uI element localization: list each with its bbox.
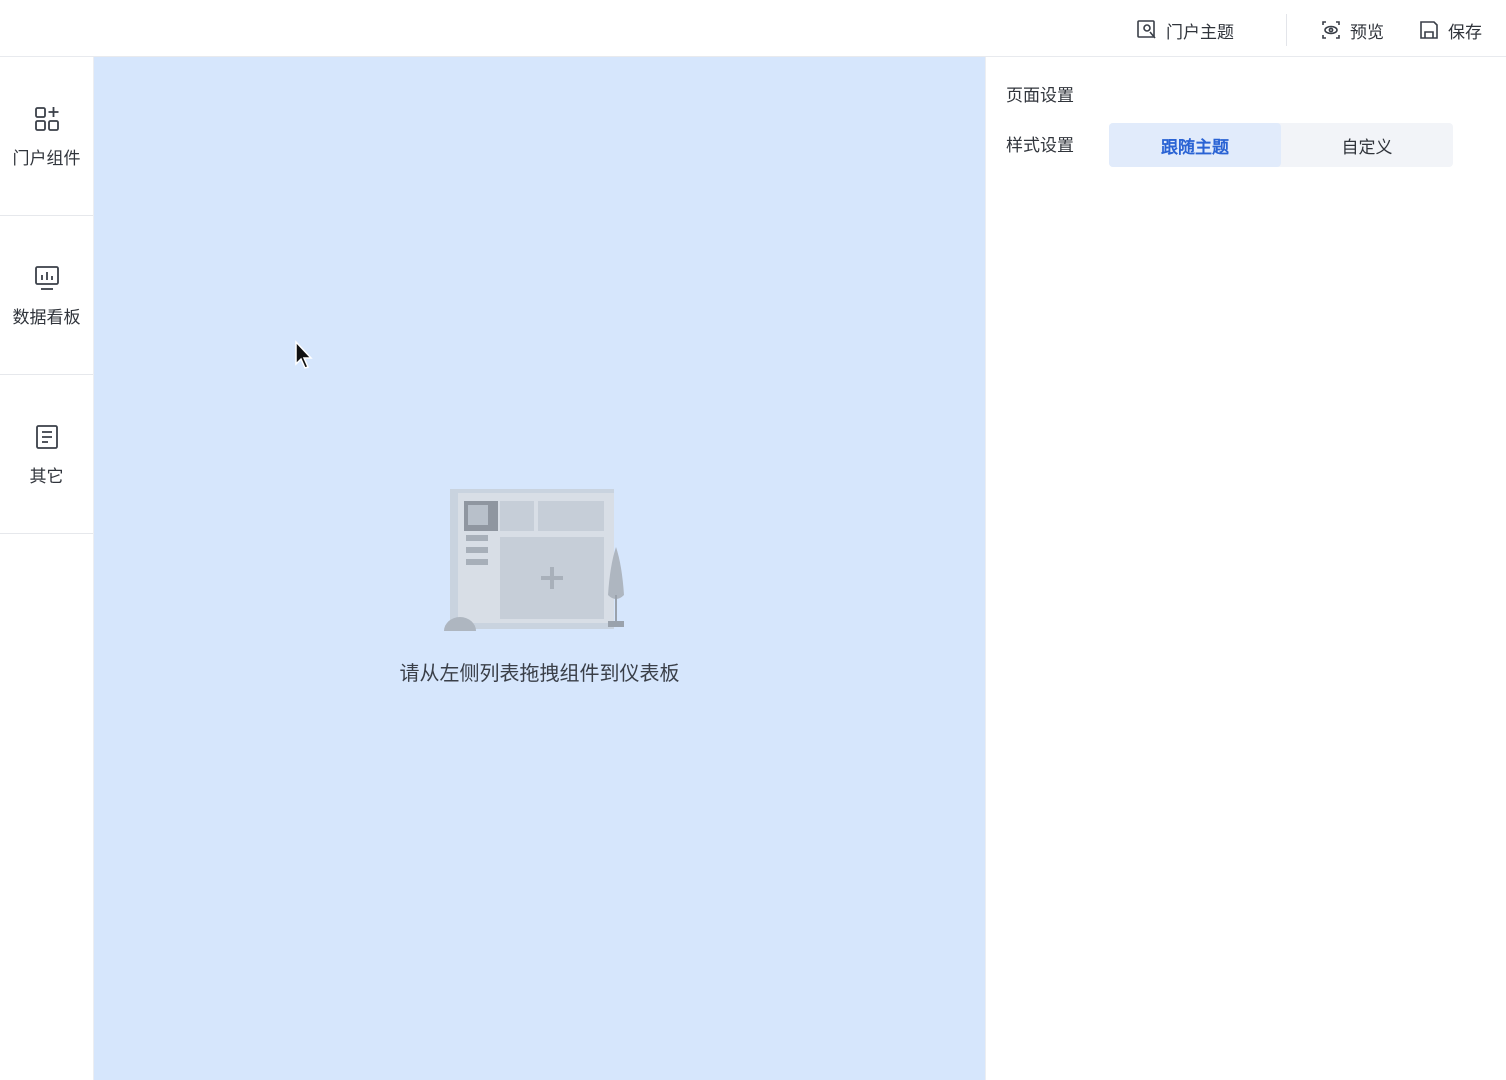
portal-theme-button[interactable]: 门户主题 — [1136, 14, 1234, 46]
document-icon — [35, 424, 58, 449]
empty-state-text: 请从左侧列表拖拽组件到仪表板 — [399, 661, 680, 685]
save-icon — [1420, 21, 1438, 39]
mouse-cursor-icon — [295, 340, 313, 369]
empty-state-illustration — [444, 489, 624, 631]
top-toolbar: 门户主题 预览 保存 — [0, 0, 1506, 57]
page-settings-panel: 页面设置 样式设置 跟随主题 自定义 — [985, 57, 1506, 1080]
style-segmented-control: 跟随主题 自定义 — [1109, 123, 1453, 167]
sidebar-item-portal-components[interactable]: 门户组件 — [0, 57, 93, 216]
widgets-add-icon — [34, 106, 59, 131]
sidebar-item-label: 门户组件 — [12, 148, 81, 169]
dashboard-chart-icon — [34, 265, 59, 290]
sidebar-item-label: 数据看板 — [12, 307, 81, 328]
save-label: 保存 — [1448, 22, 1482, 43]
component-sidebar: 门户组件 数据看板 其它 — [0, 57, 94, 1080]
custom-option[interactable]: 自定义 — [1281, 123, 1453, 167]
eye-icon — [1322, 21, 1340, 39]
follow-theme-option[interactable]: 跟随主题 — [1109, 123, 1281, 167]
toolbar-divider — [1286, 14, 1287, 46]
portal-theme-label: 门户主题 — [1166, 22, 1234, 43]
dashboard-canvas[interactable]: 请从左侧列表拖拽组件到仪表板 — [94, 57, 985, 1080]
theme-icon — [1137, 20, 1156, 39]
save-button[interactable]: 保存 — [1418, 14, 1482, 46]
sidebar-item-other[interactable]: 其它 — [0, 375, 93, 534]
preview-label: 预览 — [1350, 22, 1384, 43]
preview-button[interactable]: 预览 — [1320, 14, 1384, 46]
panel-title: 页面设置 — [1006, 86, 1074, 106]
sidebar-item-label: 其它 — [29, 466, 64, 487]
sidebar-item-data-dashboard[interactable]: 数据看板 — [0, 216, 93, 375]
portal-editor: 门户主题 预览 保存 门户组件 数据看板 其它 请从左侧列表拖拽组件到仪表板 页… — [0, 0, 1506, 1080]
style-setting-label: 样式设置 — [1006, 136, 1074, 156]
